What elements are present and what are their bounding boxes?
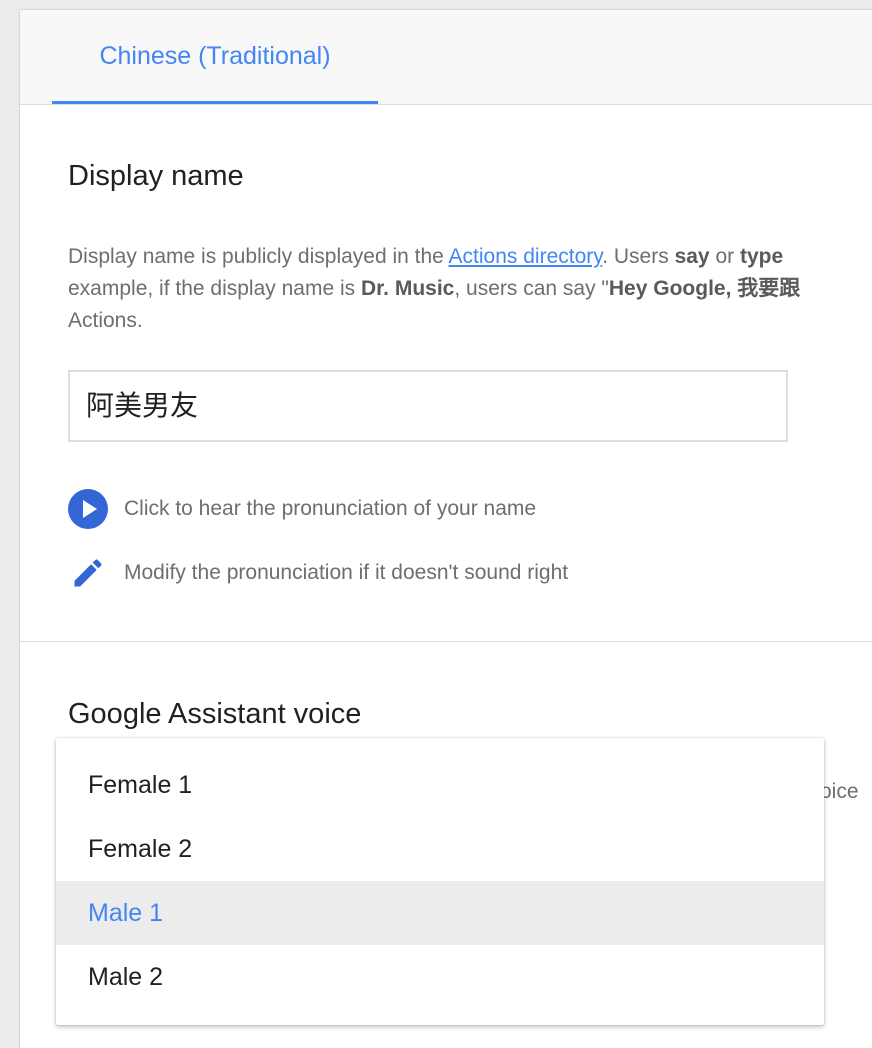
voice-option-female-1[interactable]: Female 1 — [56, 753, 824, 817]
tab-chinese-traditional[interactable]: Chinese (Traditional) — [52, 10, 378, 104]
section-divider — [20, 641, 872, 642]
modify-pronunciation-label: Modify the pronunciation if it doesn't s… — [124, 561, 569, 584]
voice-option-male-2[interactable]: Male 2 — [56, 945, 824, 1009]
hear-pronunciation-button[interactable]: Click to hear the pronunciation of your … — [68, 489, 536, 529]
display-name-heading: Display name — [68, 160, 244, 192]
display-name-input[interactable]: 阿美男友 — [68, 370, 788, 442]
hear-pronunciation-label: Click to hear the pronunciation of your … — [124, 497, 537, 520]
assistant-voice-heading: Google Assistant voice — [68, 698, 362, 730]
description-line-2: example, if the display name is Dr. Musi… — [68, 277, 801, 300]
voice-dropdown-menu: Female 1 Female 2 Male 1 Male 2 — [56, 738, 824, 1025]
settings-card: Chinese (Traditional) Display name Displ… — [20, 10, 872, 1048]
modify-pronunciation-button[interactable]: Modify the pronunciation if it doesn't s… — [68, 553, 568, 593]
description-line-3: Actions. — [68, 309, 143, 332]
display-name-description: Display name is publicly displayed in th… — [68, 241, 872, 337]
voice-option-male-1[interactable]: Male 1 — [56, 881, 824, 945]
voice-option-female-2[interactable]: Female 2 — [56, 817, 824, 881]
actions-directory-link[interactable]: Actions directory — [449, 245, 603, 268]
language-tab-bar: Chinese (Traditional) — [20, 10, 872, 105]
play-circle-icon[interactable] — [68, 489, 108, 529]
voice-description-partial: oice — [820, 780, 859, 803]
description-line-1: Display name is publicly displayed in th… — [68, 245, 784, 268]
pencil-icon[interactable] — [68, 553, 108, 593]
